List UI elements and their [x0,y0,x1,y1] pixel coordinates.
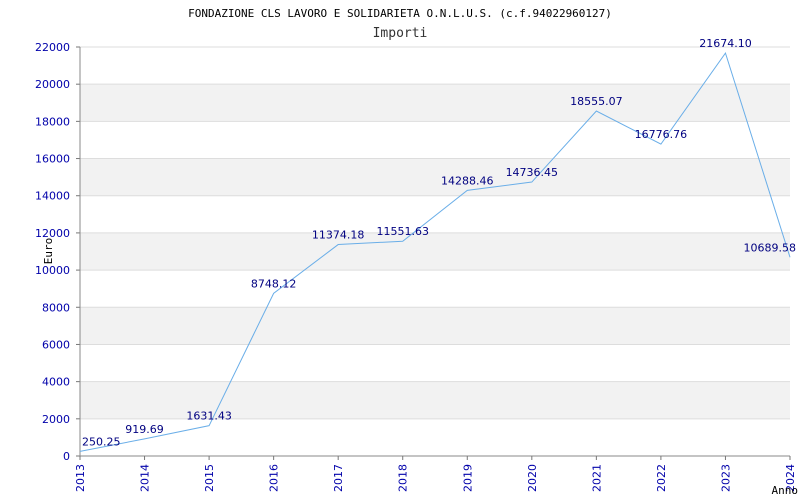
x-tick-label-2014: 2014 [139,464,152,492]
x-tick-label-2016: 2016 [268,464,281,492]
data-label-2018: 11551.63 [376,225,429,238]
y-axis-label: Euro [42,238,55,265]
band-3 [80,307,790,345]
x-tick-label-2020: 2020 [526,464,539,492]
x-axis-ticks: 2013 2014 2015 2016 2017 2018 2019 2020 2021 2022… [74,464,797,492]
x-tick-label-2015: 2015 [203,464,216,492]
band-9 [80,84,790,122]
x-tick-label-2018: 2018 [397,464,410,492]
x-tick-label-2021: 2021 [590,464,603,492]
x-tick-label-2017: 2017 [332,464,345,492]
y-tick-label-0: 0 [63,450,70,463]
y-tick-label-14000: 14000 [35,190,70,203]
data-label-2022: 16776.76 [635,128,688,141]
y-tick-label-8000: 8000 [42,301,70,314]
chart-title: FONDAZIONE CLS LAVORO E SOLIDARIETA O.N.… [188,7,612,20]
x-tick-label-2019: 2019 [461,464,474,492]
y-tick-label-18000: 18000 [35,115,70,128]
y-tick-label-10000: 10000 [35,264,70,277]
x-axis-label: Anno [772,484,799,497]
data-label-2013: 250.25 [82,435,121,448]
data-label-2015: 1631.43 [186,410,232,423]
x-tick-label-2023: 2023 [719,464,732,492]
band-5 [80,232,790,271]
y-tick-label-4000: 4000 [42,376,70,389]
y-tick-label-6000: 6000 [42,338,70,351]
x-tick-label-2022: 2022 [655,464,668,492]
data-label-2017: 11374.18 [312,229,365,242]
y-tick-label-20000: 20000 [35,78,70,91]
data-label-2014: 919.69 [125,423,164,436]
data-label-2021: 18555.07 [570,95,623,108]
data-label-2016: 8748.12 [251,277,297,290]
x-tick-label-2013: 2013 [74,464,87,492]
data-label-2020: 14736.45 [506,166,559,179]
data-label-2024: 10689.58 [744,241,797,254]
y-tick-label-22000: 22000 [35,41,70,54]
y-tick-label-16000: 16000 [35,153,70,166]
data-label-2019: 14288.46 [441,174,494,187]
band-7 [80,158,790,196]
chart-subtitle: Importi [373,26,428,41]
data-label-2023: 21674.10 [699,37,752,50]
y-tick-label-2000: 2000 [42,413,70,426]
line-chart: 0200040006000800010000120001400016000180… [35,7,799,497]
